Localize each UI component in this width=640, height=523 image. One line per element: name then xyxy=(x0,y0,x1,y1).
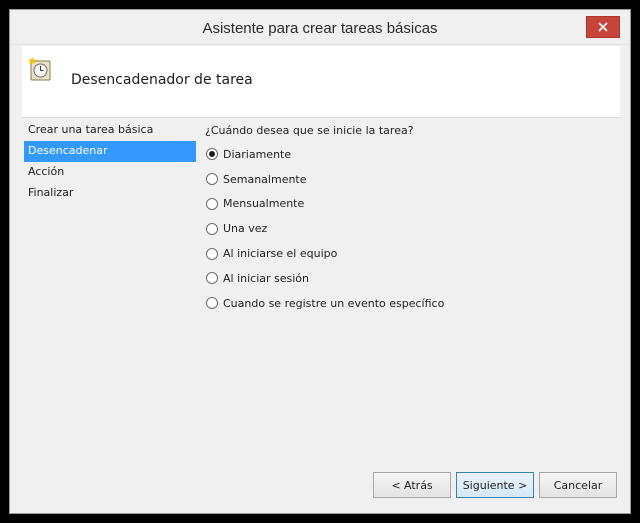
sidebar-item-crear-tarea[interactable]: Crear una tarea básica xyxy=(24,120,196,141)
radio-diariamente[interactable] xyxy=(206,148,218,161)
option-label: Al iniciar sesión xyxy=(223,271,310,285)
sidebar-item-accion[interactable]: Acción xyxy=(24,162,196,183)
radio-al-iniciar-sesion[interactable] xyxy=(206,272,218,285)
window-title: Asistente para crear tareas básicas xyxy=(202,20,438,37)
radio-una-vez[interactable] xyxy=(206,222,218,235)
option-label: Semanalmente xyxy=(223,172,307,186)
option-label: Mensualmente xyxy=(223,197,305,211)
task-clock-icon xyxy=(28,57,51,81)
option-label: Una vez xyxy=(223,222,268,236)
cancel-button[interactable]: Cancelar xyxy=(539,472,617,498)
radio-semanalmente[interactable] xyxy=(206,173,218,186)
wizard-window: Asistente para crear tareas básicas Dese… xyxy=(9,9,631,514)
wizard-header: Desencadenador de tarea xyxy=(22,46,620,118)
radio-mensualmente[interactable] xyxy=(206,197,218,210)
radio-al-iniciarse-equipo[interactable] xyxy=(206,247,218,260)
close-button[interactable] xyxy=(586,16,620,38)
steps-sidebar: Crear una tarea básica Desencadenar Acci… xyxy=(24,120,196,204)
sidebar-item-finalizar[interactable]: Finalizar xyxy=(24,183,196,204)
sidebar-item-desencadenar[interactable]: Desencadenar xyxy=(24,141,196,162)
option-una-vez[interactable]: Una vez xyxy=(205,216,625,241)
option-semanalmente[interactable]: Semanalmente xyxy=(205,167,625,192)
option-label: Diariamente xyxy=(223,147,292,161)
next-button[interactable]: Siguiente > xyxy=(456,472,534,498)
option-al-iniciar-sesion[interactable]: Al iniciar sesión xyxy=(205,266,625,291)
close-icon xyxy=(598,22,608,32)
option-label: Al iniciarse el equipo xyxy=(223,247,338,261)
radio-evento-especifico[interactable] xyxy=(206,297,218,310)
title-bar[interactable]: Asistente para crear tareas básicas xyxy=(10,10,630,45)
option-evento-especifico[interactable]: Cuando se registre un evento específico xyxy=(205,291,625,316)
option-al-iniciarse-equipo[interactable]: Al iniciarse el equipo xyxy=(205,241,625,266)
trigger-options-panel: ¿Cuándo desea que se inicie la tarea? Di… xyxy=(205,120,625,316)
option-diariamente[interactable]: Diariamente xyxy=(205,142,625,167)
page-title: Desencadenador de tarea xyxy=(71,72,253,88)
option-mensualmente[interactable]: Mensualmente xyxy=(205,192,625,217)
option-label: Cuando se registre un evento específico xyxy=(223,296,445,310)
trigger-question: ¿Cuándo desea que se inicie la tarea? xyxy=(205,124,414,137)
back-button[interactable]: < Atrás xyxy=(373,472,451,498)
